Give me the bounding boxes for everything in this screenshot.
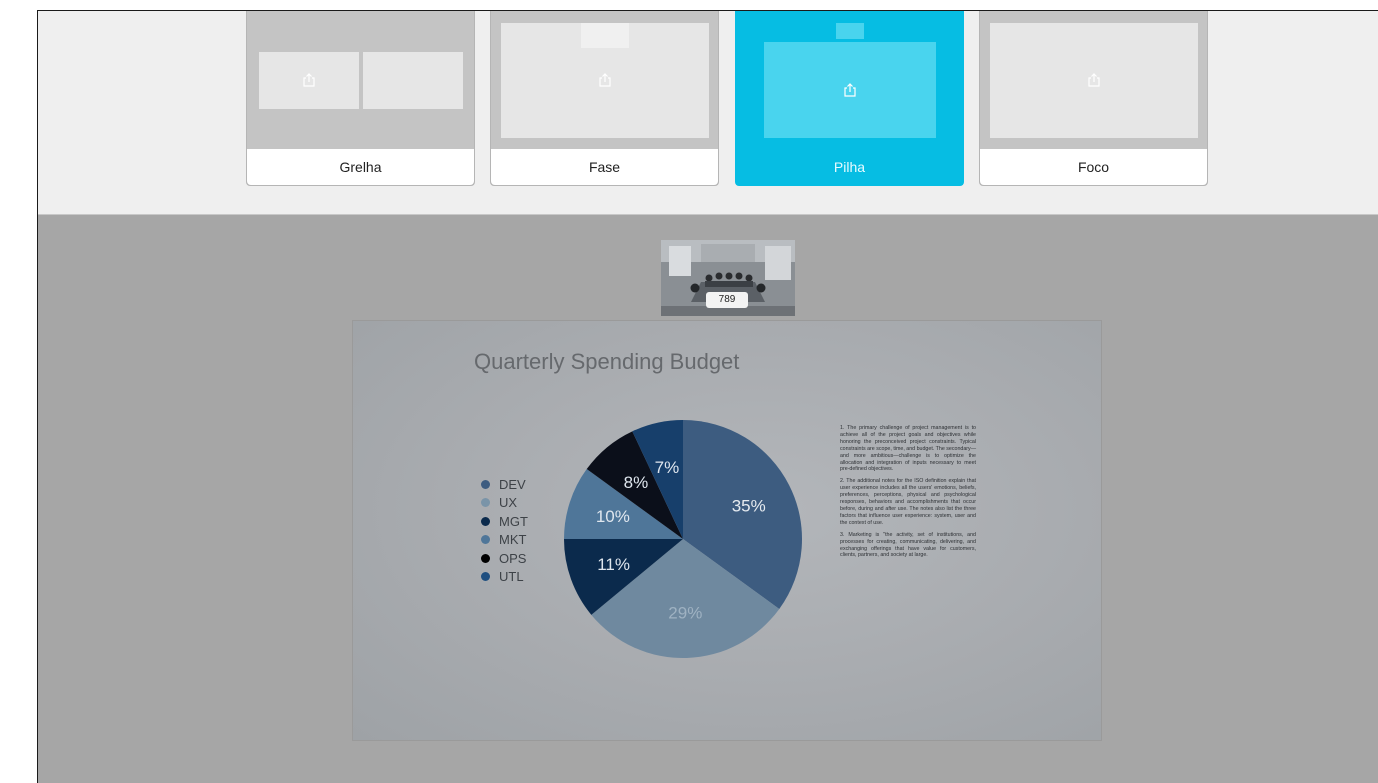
pie-chart: 35% 29% 11% 10% 8% 7% <box>564 420 802 658</box>
participant-thumbnail[interactable]: 789 <box>661 240 795 316</box>
legend-item: MGT <box>481 512 528 531</box>
share-icon <box>1086 72 1102 88</box>
legend-dot <box>481 479 490 489</box>
legend-dot <box>481 498 490 508</box>
pie-label-ux: 29% <box>668 604 702 623</box>
layout-option-stage[interactable]: Fase <box>490 11 719 186</box>
pie-label-mkt: 10% <box>596 507 630 526</box>
chart-legend: DEV UX MGT MKT OPS UTL <box>481 475 528 586</box>
legend-item: MKT <box>481 531 528 550</box>
layout-label: Fase <box>491 149 718 185</box>
share-icon <box>597 72 613 88</box>
share-icon <box>842 82 858 98</box>
slide-title: Quarterly Spending Budget <box>474 349 740 374</box>
pie-label-utl: 7% <box>655 458 680 477</box>
legend-item: UTL <box>481 568 528 587</box>
note-paragraph: 3. Marketing is "the activity, set of in… <box>840 531 976 559</box>
focus-preview <box>980 11 1207 149</box>
stage-preview <box>491 11 718 149</box>
pie-label-mgt: 11% <box>597 555 630 574</box>
legend-dot <box>481 572 490 582</box>
layout-selector-bar: Grelha Fase Pilha Foco <box>38 11 1378 215</box>
legend-dot <box>481 553 490 563</box>
pie-label-ops: 8% <box>624 473 649 492</box>
legend-item: OPS <box>481 549 528 568</box>
stack-preview <box>736 11 963 149</box>
shared-presentation-slide: Quarterly Spending Budget DEV UX MGT MKT… <box>352 320 1102 741</box>
legend-dot <box>481 535 490 545</box>
layout-option-focus[interactable]: Foco <box>979 11 1208 186</box>
layout-option-stack[interactable]: Pilha <box>735 11 964 186</box>
grid-preview <box>247 11 474 149</box>
participant-count-badge: 789 <box>706 292 748 308</box>
pie-label-dev: 35% <box>732 497 766 516</box>
layout-label: Foco <box>980 149 1207 185</box>
note-paragraph: 1. The primary challenge of project mana… <box>840 425 976 473</box>
share-icon <box>301 72 317 88</box>
legend-dot <box>481 516 490 526</box>
layout-option-grid[interactable]: Grelha <box>246 11 475 186</box>
video-frame: Grelha Fase Pilha Foco 789 Quarterly Spe… <box>37 10 1378 783</box>
layout-label: Pilha <box>736 149 963 185</box>
note-paragraph: 2. The additional notes for the ISO defi… <box>840 478 976 526</box>
legend-item: UX <box>481 494 528 513</box>
slide-notes: 1. The primary challenge of project mana… <box>840 425 976 564</box>
layout-label: Grelha <box>247 149 474 185</box>
legend-item: DEV <box>481 475 528 494</box>
